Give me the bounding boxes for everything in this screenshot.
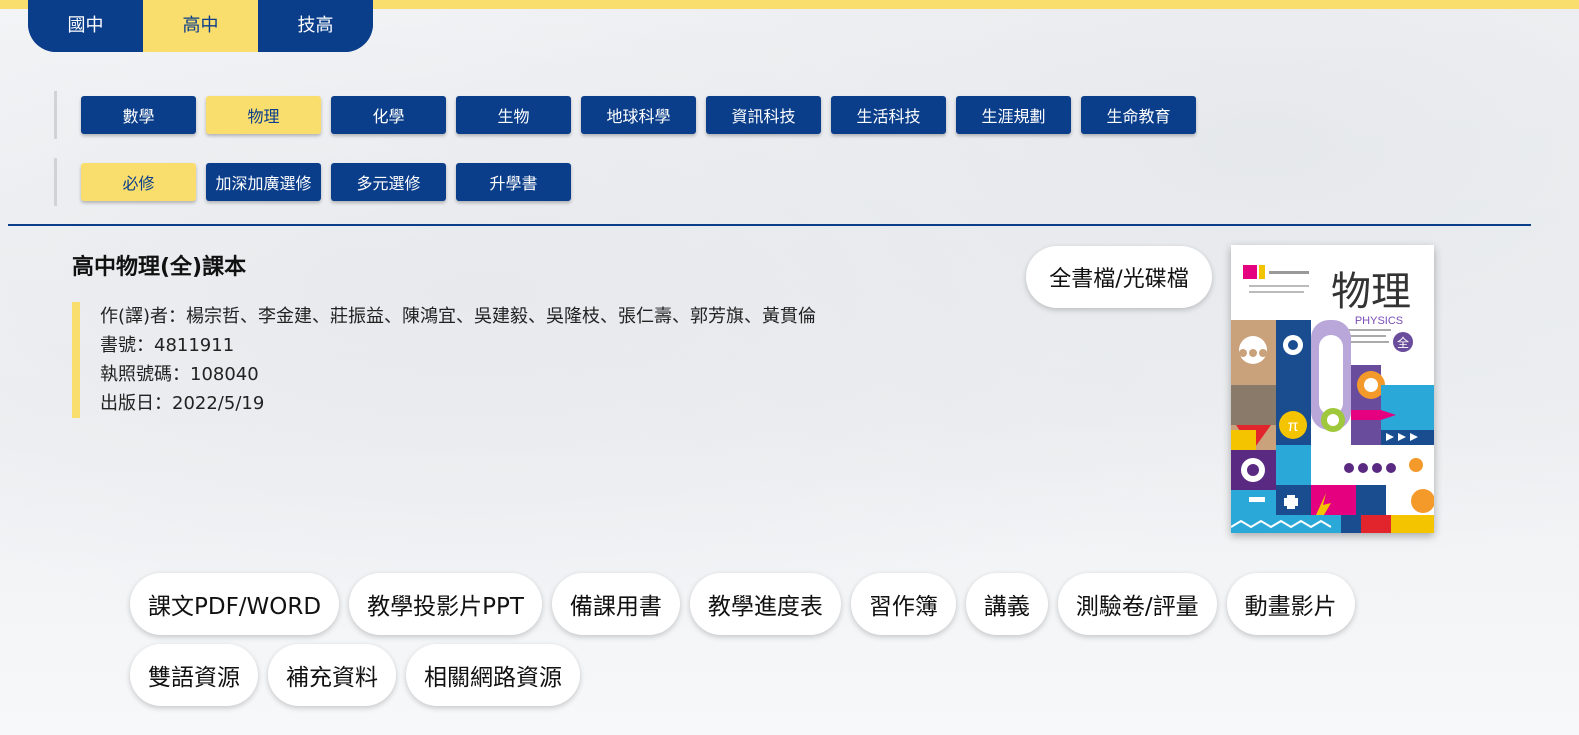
resource-row-2: 雙語資源 補充資料 相關網路資源 [130, 644, 580, 706]
subject-physics[interactable]: 物理 [206, 96, 321, 134]
subject-math[interactable]: 數學 [81, 96, 196, 134]
book-publish-date: 出版日：2022/5/19 [100, 393, 265, 414]
resource-lesson-pdf-word[interactable]: 課文PDF/WORD [130, 573, 340, 635]
resource-teaching-schedule[interactable]: 教學進度表 [689, 573, 841, 635]
subject-biology[interactable]: 生物 [456, 96, 571, 134]
cover-badge: 全 [1397, 335, 1409, 350]
resource-lesson-prep-book[interactable]: 備課用書 [551, 573, 680, 635]
filter-row-marker [54, 158, 57, 206]
resource-bilingual[interactable]: 雙語資源 [130, 644, 258, 706]
subject-filter-row: 數學 物理 化學 生物 地球科學 資訊科技 生活科技 生涯規劃 生命教育 [54, 91, 1196, 139]
resource-tests-assessment[interactable]: 測驗卷/評量 [1057, 573, 1217, 635]
level-tab-vocational[interactable]: 技高 [258, 0, 373, 52]
book-cover-image[interactable]: 物理 PHYSICS 全 π [1231, 245, 1434, 533]
svg-text:π: π [1287, 418, 1298, 435]
resource-supplementary[interactable]: 補充資料 [268, 644, 396, 706]
cover-title: 物理 [1331, 270, 1411, 314]
book-license-number: 執照號碼：108040 [100, 364, 259, 385]
resource-animation-video[interactable]: 動畫影片 [1226, 573, 1355, 635]
level-tab-senior-high[interactable]: 高中 [143, 0, 258, 52]
book-cover-art: 物理 PHYSICS 全 π [1231, 245, 1434, 533]
resource-workbook[interactable]: 習作簿 [850, 573, 956, 635]
filter-row-marker [54, 91, 57, 139]
resource-handout[interactable]: 講義 [965, 573, 1048, 635]
level-tab-junior-high[interactable]: 國中 [28, 0, 143, 52]
subject-chemistry[interactable]: 化學 [331, 96, 446, 134]
course-type-diverse-elective[interactable]: 多元選修 [331, 163, 446, 201]
book-number: 書號：4811911 [100, 335, 235, 356]
course-type-advanced-elective[interactable]: 加深加廣選修 [206, 163, 321, 201]
fullbook-download-button[interactable]: 全書檔/光碟檔 [1026, 246, 1212, 308]
cover-subtitle: PHYSICS [1355, 315, 1403, 327]
course-type-required[interactable]: 必修 [81, 163, 196, 201]
resource-row-1: 課文PDF/WORD 教學投影片PPT 備課用書 教學進度表 習作簿 講義 測驗… [130, 573, 1355, 635]
section-divider [8, 224, 1531, 226]
book-authors: 作(譯)者：楊宗哲、李金建、莊振益、陳鴻宜、吳建毅、吳隆枝、張仁壽、郭芳旗、黃貫… [100, 306, 817, 327]
subject-career-planning[interactable]: 生涯規劃 [956, 96, 1071, 134]
book-title: 高中物理(全)課本 [72, 255, 247, 280]
subject-information-tech[interactable]: 資訊科技 [706, 96, 821, 134]
level-tabs: 國中 高中 技高 [28, 0, 373, 52]
resource-related-web[interactable]: 相關網路資源 [406, 644, 580, 706]
course-type-exam-prep[interactable]: 升學書 [456, 163, 571, 201]
book-meta: 作(譯)者：楊宗哲、李金建、莊振益、陳鴻宜、吳建毅、吳隆枝、張仁壽、郭芳旗、黃貫… [72, 302, 816, 418]
subject-living-tech[interactable]: 生活科技 [831, 96, 946, 134]
subject-earth-science[interactable]: 地球科學 [581, 96, 696, 134]
subject-life-education[interactable]: 生命教育 [1081, 96, 1196, 134]
course-type-filter-row: 必修 加深加廣選修 多元選修 升學書 [54, 158, 571, 206]
resource-teaching-slides[interactable]: 教學投影片PPT [349, 573, 542, 635]
